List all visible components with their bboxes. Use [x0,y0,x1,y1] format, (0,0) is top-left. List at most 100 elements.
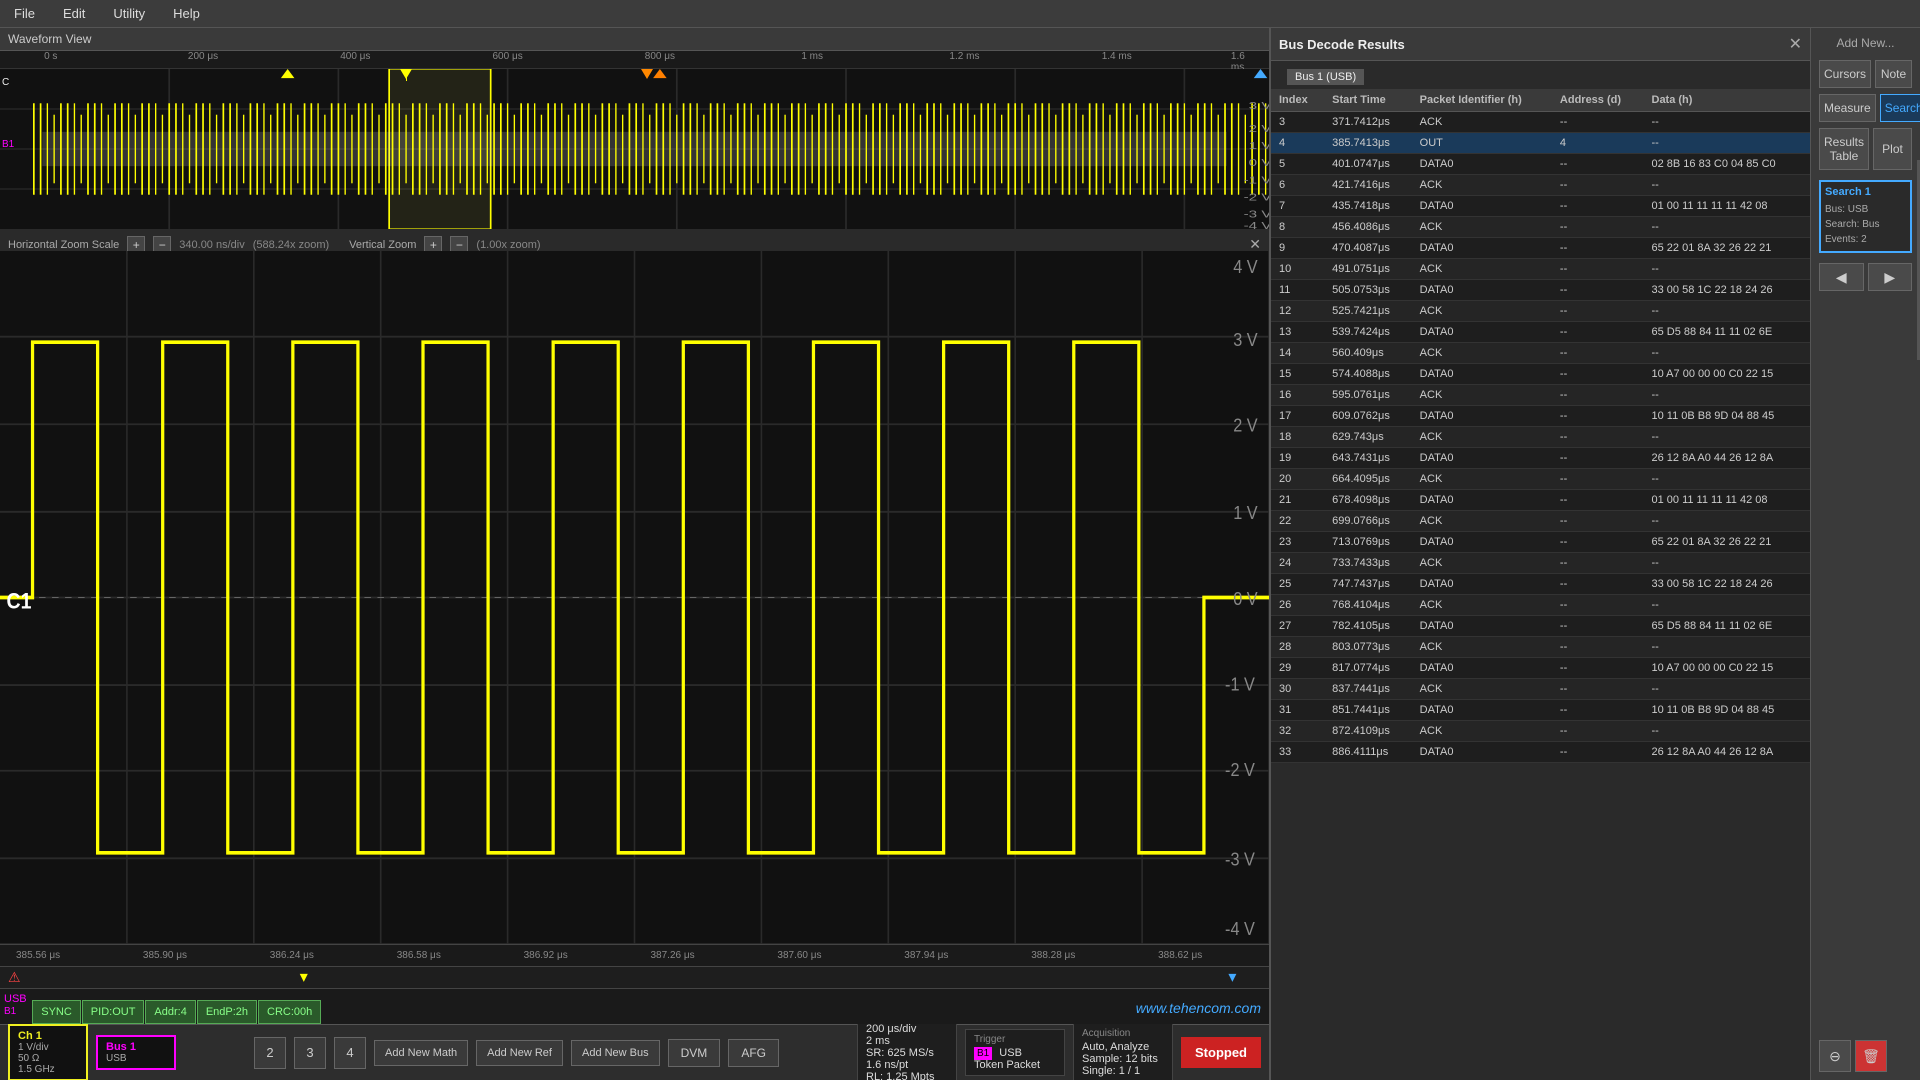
table-row[interactable]: 10 491.0751μs ACK -- -- [1271,259,1810,280]
hz-zoom-level: (588.24x zoom) [253,239,329,251]
nav-next-button[interactable]: ▶ [1868,263,1913,291]
cell-index: 29 [1271,658,1324,679]
cell-data: -- [1644,112,1811,133]
cell-start: 782.4105μs [1324,616,1412,637]
table-row[interactable]: 13 539.7424μs DATA0 -- 65 D5 88 84 11 11… [1271,322,1810,343]
afg-button[interactable]: AFG [728,1039,779,1067]
note-button[interactable]: Note [1875,60,1912,88]
acquisition-val3: Single: 1 / 1 [1082,1065,1164,1077]
svg-text:0 V: 0 V [1233,588,1258,609]
table-row[interactable]: 25 747.7437μs DATA0 -- 33 00 58 1C 22 18… [1271,574,1810,595]
overview-canvas[interactable]: C B1 [0,69,1269,229]
ch1-impedance: 50 Ω [18,1053,78,1064]
col-index: Index [1271,89,1324,112]
table-row[interactable]: 22 699.0766μs ACK -- -- [1271,511,1810,532]
main-tick-5: 387.26 μs [650,950,694,961]
cursors-button[interactable]: Cursors [1819,60,1871,88]
cell-start: 699.0766μs [1324,511,1412,532]
decode-header: Bus Decode Results ✕ [1271,28,1810,61]
table-row[interactable]: 4 385.7413μs OUT 4 -- [1271,133,1810,154]
num-btn-3[interactable]: 3 [294,1037,326,1069]
table-row[interactable]: 32 872.4109μs ACK -- -- [1271,721,1810,742]
table-row[interactable]: 24 733.7433μs ACK -- -- [1271,553,1810,574]
table-row[interactable]: 3 371.7412μs ACK -- -- [1271,112,1810,133]
cell-start: 851.7441μs [1324,700,1412,721]
cell-index: 16 [1271,385,1324,406]
table-row[interactable]: 29 817.0774μs DATA0 -- 10 A7 00 00 00 C0… [1271,658,1810,679]
table-row[interactable]: 12 525.7421μs ACK -- -- [1271,301,1810,322]
dvm-button[interactable]: DVM [668,1039,721,1067]
ch1-info[interactable]: Ch 1 1 V/div 50 Ω 1.5 GHz [8,1024,88,1080]
ctrl-row-1: Cursors Note [1819,60,1912,88]
cell-addr: -- [1552,616,1644,637]
bus-seg-endp: EndP:2h [197,1000,257,1024]
table-row[interactable]: 7 435.7418μs DATA0 -- 01 00 11 11 11 11 … [1271,196,1810,217]
trash-button[interactable]: 🗑 [1855,1040,1887,1072]
bus1-name: Bus 1 [106,1041,166,1053]
menu-help[interactable]: Help [167,2,206,25]
table-row[interactable]: 18 629.743μs ACK -- -- [1271,427,1810,448]
cell-data: 10 A7 00 00 00 C0 22 15 [1644,658,1811,679]
table-row[interactable]: 23 713.0769μs DATA0 -- 65 22 01 8A 32 26… [1271,532,1810,553]
waveform-main[interactable]: 4 V 3 V 2 V 1 V 0 V -1 V -2 V -3 V -4 V … [0,251,1269,944]
measure-button[interactable]: Measure [1819,94,1876,122]
cell-addr: -- [1552,301,1644,322]
cell-index: 22 [1271,511,1324,532]
cell-addr: -- [1552,385,1644,406]
menu-edit[interactable]: Edit [57,2,91,25]
overview-tick-6: 1.2 ms [949,51,979,62]
table-row[interactable]: 21 678.4098μs DATA0 -- 01 00 11 11 11 11… [1271,490,1810,511]
cell-start: 539.7424μs [1324,322,1412,343]
search-bus: Bus: USB [1825,202,1906,217]
results-table-button[interactable]: Results Table [1819,128,1869,170]
cell-data: 65 22 01 8A 32 26 22 21 [1644,238,1811,259]
bus-seg-pid: PID:OUT [82,1000,145,1024]
plot-button[interactable]: Plot [1873,128,1912,170]
cell-pid: DATA0 [1412,196,1552,217]
cell-pid: ACK [1412,511,1552,532]
table-row[interactable]: 20 664.4095μs ACK -- -- [1271,469,1810,490]
search-button[interactable]: Search [1880,94,1920,122]
add-math-button[interactable]: Add New Math [374,1040,468,1066]
cell-index: 26 [1271,595,1324,616]
table-row[interactable]: 30 837.7441μs ACK -- -- [1271,679,1810,700]
table-row[interactable]: 15 574.4088μs DATA0 -- 10 A7 00 00 00 C0… [1271,364,1810,385]
num-btn-4[interactable]: 4 [334,1037,366,1069]
add-bus-button[interactable]: Add New Bus [571,1040,660,1066]
table-row[interactable]: 14 560.409μs ACK -- -- [1271,343,1810,364]
cell-addr: -- [1552,700,1644,721]
table-row[interactable]: 19 643.7431μs DATA0 -- 26 12 8A A0 44 26… [1271,448,1810,469]
table-row[interactable]: 9 470.4087μs DATA0 -- 65 22 01 8A 32 26 … [1271,238,1810,259]
bottom-time-bar: 385.56 μs 385.90 μs 386.24 μs 386.58 μs … [0,944,1269,966]
decode-table[interactable]: Index Start Time Packet Identifier (h) A… [1271,89,1810,1080]
num-btn-2[interactable]: 2 [254,1037,286,1069]
decode-close-button[interactable]: ✕ [1789,34,1802,54]
table-row[interactable]: 31 851.7441μs DATA0 -- 10 11 0B B8 9D 04… [1271,700,1810,721]
cell-data: 26 12 8A A0 44 26 12 8A [1644,742,1811,763]
main-tick-0: 385.56 μs [16,950,60,961]
table-row[interactable]: 27 782.4105μs DATA0 -- 65 D5 88 84 11 11… [1271,616,1810,637]
table-row[interactable]: 17 609.0762μs DATA0 -- 10 11 0B B8 9D 04… [1271,406,1810,427]
table-row[interactable]: 6 421.7416μs ACK -- -- [1271,175,1810,196]
table-row[interactable]: 11 505.0753μs DATA0 -- 33 00 58 1C 22 18… [1271,280,1810,301]
add-ref-label: Add New Ref [487,1047,552,1059]
menu-utility[interactable]: Utility [107,2,151,25]
cell-start: 643.7431μs [1324,448,1412,469]
trigger-val1: B1 USB [974,1047,1056,1059]
add-ref-button[interactable]: Add New Ref [476,1040,563,1066]
cell-addr: -- [1552,595,1644,616]
horizontal-val5: RL: 1.25 Mpts [866,1071,948,1080]
table-row[interactable]: 16 595.0761μs ACK -- -- [1271,385,1810,406]
nav-prev-button[interactable]: ◀ [1819,263,1864,291]
table-row[interactable]: 5 401.0747μs DATA0 -- 02 8B 16 83 C0 04 … [1271,154,1810,175]
bus1-info[interactable]: Bus 1 USB [96,1035,176,1070]
table-row[interactable]: 8 456.4086μs ACK -- -- [1271,217,1810,238]
cell-index: 28 [1271,637,1324,658]
table-row[interactable]: 28 803.0773μs ACK -- -- [1271,637,1810,658]
menu-file[interactable]: File [8,2,41,25]
zoom-icon-button[interactable]: ⊖ [1819,1040,1851,1072]
table-row[interactable]: 33 886.4111μs DATA0 -- 26 12 8A A0 44 26… [1271,742,1810,763]
cell-pid: ACK [1412,301,1552,322]
stopped-button[interactable]: Stopped [1181,1037,1261,1068]
table-row[interactable]: 26 768.4104μs ACK -- -- [1271,595,1810,616]
